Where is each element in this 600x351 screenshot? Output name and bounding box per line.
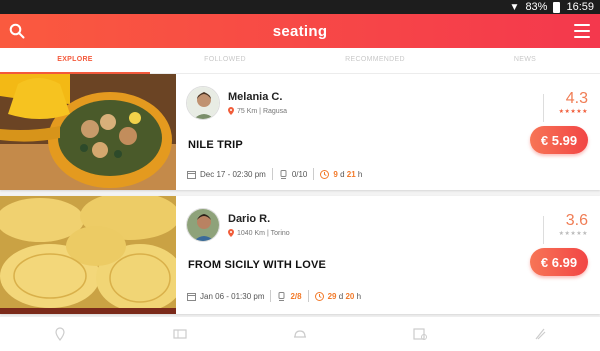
event-date: Dec 17 - 02:30 pm <box>200 169 266 179</box>
countdown-hours: 21 <box>346 169 356 179</box>
rating-stars: ★★★★★ <box>558 231 588 237</box>
host-name[interactable]: Melania C. <box>228 91 287 103</box>
app-bar: seating <box>0 14 600 48</box>
host[interactable]: Dario R. 1040 Km | Torino <box>186 208 290 242</box>
rating: 3.6 ★★★★★ <box>542 212 588 244</box>
location-pin-icon <box>228 229 234 237</box>
countdown-days: 29 <box>327 291 337 301</box>
seat-icon <box>278 291 285 301</box>
calendar-icon[interactable] <box>413 327 427 341</box>
battery-icon <box>553 1 561 13</box>
clock-icon <box>314 291 324 301</box>
host-name[interactable]: Dario R. <box>228 213 290 225</box>
event-title[interactable]: NILE TRIP <box>188 139 243 151</box>
calendar-icon <box>187 170 196 179</box>
event-card[interactable]: Dario R. 1040 Km | Torino FROM SICILY WI… <box>0 196 600 314</box>
pin-icon[interactable] <box>53 327 67 341</box>
tab-recommended[interactable]: RECOMMENDED <box>300 48 450 73</box>
seat-icon <box>280 169 287 179</box>
host[interactable]: Melania C. 75 Km | Ragusa <box>186 86 287 120</box>
rating-value: 4.3 <box>565 90 588 107</box>
tab-bar: EXPLORE FOLLOWED RECOMMENDED NEWS <box>0 48 600 74</box>
event-date: Jan 06 - 01:30 pm <box>200 291 265 301</box>
ticket-icon[interactable] <box>173 327 187 341</box>
chef-icon[interactable] <box>533 327 547 341</box>
event-meta: Dec 17 - 02:30 pm 0/10 9 d 21 h <box>187 168 362 180</box>
tab-explore[interactable]: EXPLORE <box>0 48 150 74</box>
event-meta: Jan 06 - 01:30 pm 2/8 29 d 20 h <box>187 290 361 302</box>
price-button[interactable]: € 5.99 <box>530 126 588 154</box>
event-seats: 0/10 <box>291 169 308 179</box>
location-pin-icon <box>228 107 234 115</box>
menu-icon[interactable] <box>574 24 590 38</box>
event-seats: 2/8 <box>290 291 302 301</box>
tab-news[interactable]: NEWS <box>450 48 600 73</box>
clock: 16:59 <box>566 1 594 13</box>
status-bar: ▼ 83% 16:59 <box>0 0 600 14</box>
rating: 4.3 ★★★★★ <box>542 90 588 122</box>
event-list: Melania C. 75 Km | Ragusa NILE TRIP Dec … <box>0 74 600 316</box>
event-card[interactable]: Melania C. 75 Km | Ragusa NILE TRIP Dec … <box>0 74 600 190</box>
avatar[interactable] <box>186 208 220 242</box>
brand-logo: seating <box>272 22 328 40</box>
bottom-nav <box>0 316 600 351</box>
tab-followed[interactable]: FOLLOWED <box>150 48 300 73</box>
avatar[interactable] <box>186 86 220 120</box>
countdown-hours: 20 <box>345 291 355 301</box>
dish-icon[interactable] <box>293 327 307 341</box>
event-title[interactable]: FROM SICILY WITH LOVE <box>188 259 326 271</box>
clock-icon <box>320 169 330 179</box>
rating-value: 3.6 <box>565 212 588 229</box>
rating-stars: ★★★★★ <box>558 109 588 115</box>
countdown-days: 9 <box>333 169 338 179</box>
price-button[interactable]: € 6.99 <box>530 248 588 276</box>
calendar-icon <box>187 292 196 301</box>
event-photo <box>0 74 176 190</box>
event-photo <box>0 196 176 314</box>
wifi-icon: ▼ <box>509 1 520 13</box>
battery-percent: 83% <box>525 1 548 13</box>
host-location: 1040 Km | Torino <box>228 229 290 237</box>
search-icon[interactable] <box>9 23 25 39</box>
host-location: 75 Km | Ragusa <box>228 107 287 115</box>
